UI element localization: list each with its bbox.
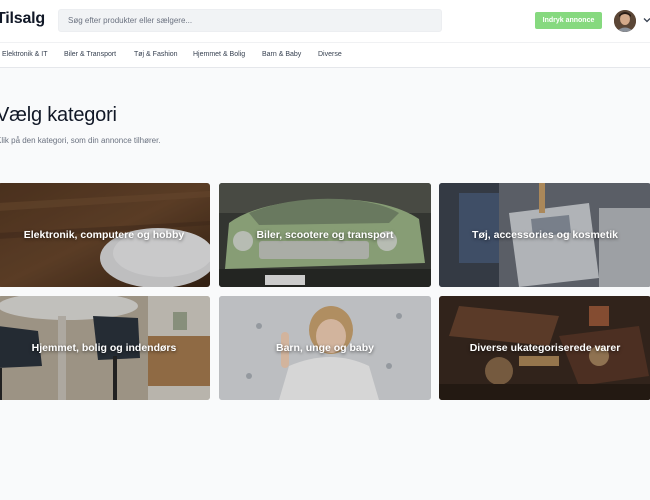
search-bar[interactable] bbox=[58, 9, 442, 32]
category-nav: Elektronik & IT Biler & Transport Tøj & … bbox=[0, 42, 650, 68]
nav-item-diverse[interactable]: Diverse bbox=[318, 51, 342, 58]
category-card-vehicles[interactable]: Biler, scootere og transport bbox=[219, 183, 431, 287]
category-card-kids[interactable]: Barn, unge og baby bbox=[219, 296, 431, 400]
nav-item-biler[interactable]: Biler & Transport bbox=[64, 51, 116, 58]
category-label: Barn, unge og baby bbox=[275, 342, 374, 354]
category-card-home[interactable]: Hjemmet, bolig og indendørs bbox=[0, 296, 210, 400]
nav-item-hjemmet[interactable]: Hjemmet & Bolig bbox=[193, 51, 245, 58]
nav-item-toej[interactable]: Tøj & Fashion bbox=[134, 51, 178, 58]
nav-item-elektronik[interactable]: Elektronik & IT bbox=[2, 51, 48, 58]
category-label: Hjemmet, bolig og indendørs bbox=[31, 342, 177, 354]
search-input[interactable] bbox=[68, 16, 441, 25]
category-card-misc[interactable]: Diverse ukategoriserede varer bbox=[439, 296, 650, 400]
top-header: Tilsalg Indryk annonce bbox=[0, 0, 650, 42]
category-card-clothing[interactable]: Tøj, accessories og kosmetik bbox=[439, 183, 650, 287]
logo[interactable]: Tilsalg bbox=[0, 10, 45, 28]
category-card-electronics[interactable]: Elektronik, computere og hobby bbox=[0, 183, 210, 287]
category-label: Diverse ukategoriserede varer bbox=[469, 342, 621, 354]
page-title: Vælg kategori bbox=[0, 104, 117, 126]
nav-item-barn[interactable]: Barn & Baby bbox=[262, 51, 301, 58]
post-ad-button[interactable]: Indryk annonce bbox=[535, 12, 602, 29]
avatar[interactable] bbox=[614, 10, 636, 32]
category-label: Elektronik, computere og hobby bbox=[23, 229, 185, 241]
category-label: Biler, scootere og transport bbox=[256, 229, 394, 241]
user-avatar-image bbox=[614, 10, 636, 32]
page-subtitle: Klik på den kategori, som din annonce ti… bbox=[0, 136, 161, 145]
chevron-down-icon[interactable] bbox=[643, 16, 650, 24]
category-label: Tøj, accessories og kosmetik bbox=[472, 229, 618, 241]
